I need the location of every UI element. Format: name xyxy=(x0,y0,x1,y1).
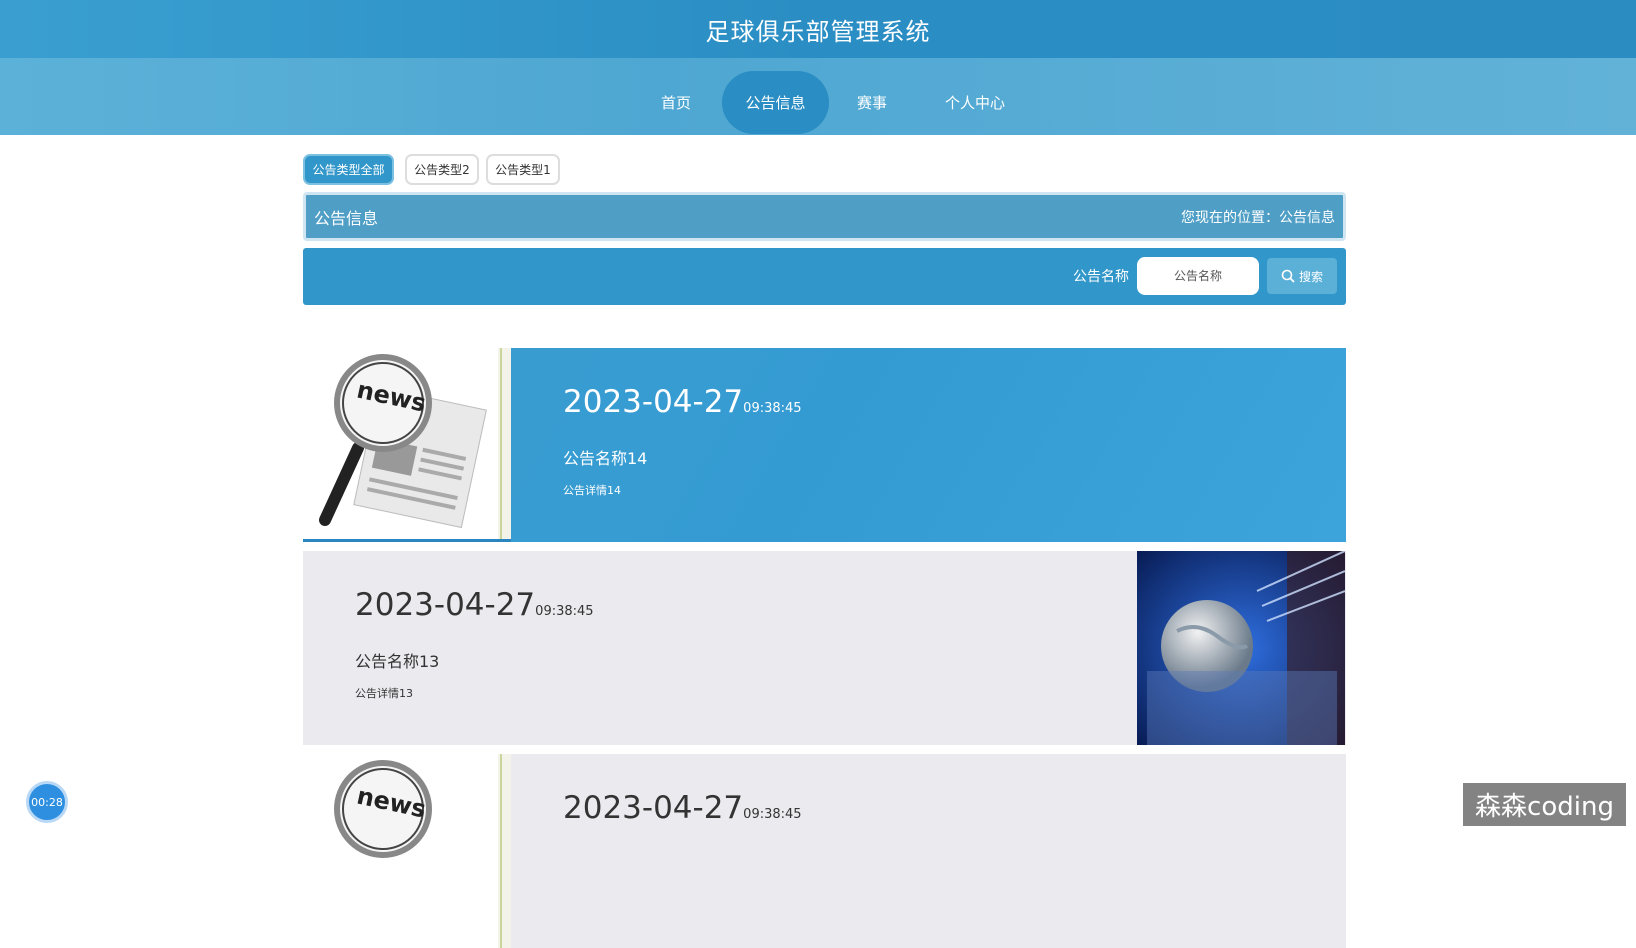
nav-bar: 首页 公告信息 赛事 个人中心 xyxy=(0,58,1636,135)
notice-time: 09:38:45 xyxy=(743,401,802,416)
nav-item-profile[interactable]: 个人中心 xyxy=(930,71,1020,134)
filter-type-2[interactable]: 公告类型2 xyxy=(405,154,479,185)
breadcrumb: 您现在的位置：公告信息 xyxy=(1181,209,1335,226)
notice-date: 2023-04-2709:38:45 xyxy=(563,384,802,420)
nav-item-home[interactable]: 首页 xyxy=(645,71,707,134)
notice-card[interactable]: 2023-04-2709:38:45 公告名称13 公告详情13 xyxy=(303,551,1346,745)
notice-date: 2023-04-2709:38:45 xyxy=(563,790,802,826)
recording-timer: 00:28 xyxy=(26,781,68,823)
nav-item-matches[interactable]: 赛事 xyxy=(842,71,902,134)
nav-item-notices[interactable]: 公告信息 xyxy=(722,71,829,134)
notice-detail: 公告详情13 xyxy=(355,687,413,700)
notice-time: 09:38:45 xyxy=(535,604,594,619)
notice-date-value: 2023-04-27 xyxy=(563,790,744,826)
notice-time: 09:38:45 xyxy=(743,807,802,822)
notice-date-value: 2023-04-27 xyxy=(563,384,744,420)
news-magnifier-image: news xyxy=(303,348,511,542)
search-button[interactable]: 搜索 xyxy=(1267,258,1337,294)
news-broadcast-image xyxy=(1137,551,1345,745)
site-title: 足球俱乐部管理系统 xyxy=(705,17,931,46)
watermark: 森森coding xyxy=(1463,783,1626,826)
news-magnifier-image: news xyxy=(303,754,511,948)
section-title: 公告信息 xyxy=(314,208,379,228)
notice-name[interactable]: 公告名称14 xyxy=(563,445,647,469)
section-title-bar: 公告信息 您现在的位置：公告信息 xyxy=(303,192,1346,241)
search-bar: 公告名称 搜索 xyxy=(303,248,1346,305)
search-icon xyxy=(1281,269,1295,283)
notice-date: 2023-04-2709:38:45 xyxy=(355,587,594,623)
notice-card[interactable]: news 2023-04-2709:38:45 公告名称14 公告详情14 xyxy=(303,348,1346,542)
search-button-label: 搜索 xyxy=(1298,269,1323,284)
notice-card[interactable]: news 2023-04-2709:38:45 xyxy=(303,754,1346,948)
search-label: 公告名称 xyxy=(1073,269,1129,285)
notice-detail: 公告详情14 xyxy=(563,484,621,497)
notice-date-value: 2023-04-27 xyxy=(355,587,536,623)
search-input[interactable] xyxy=(1137,257,1259,295)
top-header: 足球俱乐部管理系统 xyxy=(0,0,1636,58)
notice-name[interactable]: 公告名称13 xyxy=(355,648,439,672)
card-underline xyxy=(303,539,511,542)
filter-all[interactable]: 公告类型全部 xyxy=(303,154,394,185)
filter-type-1[interactable]: 公告类型1 xyxy=(486,154,560,185)
